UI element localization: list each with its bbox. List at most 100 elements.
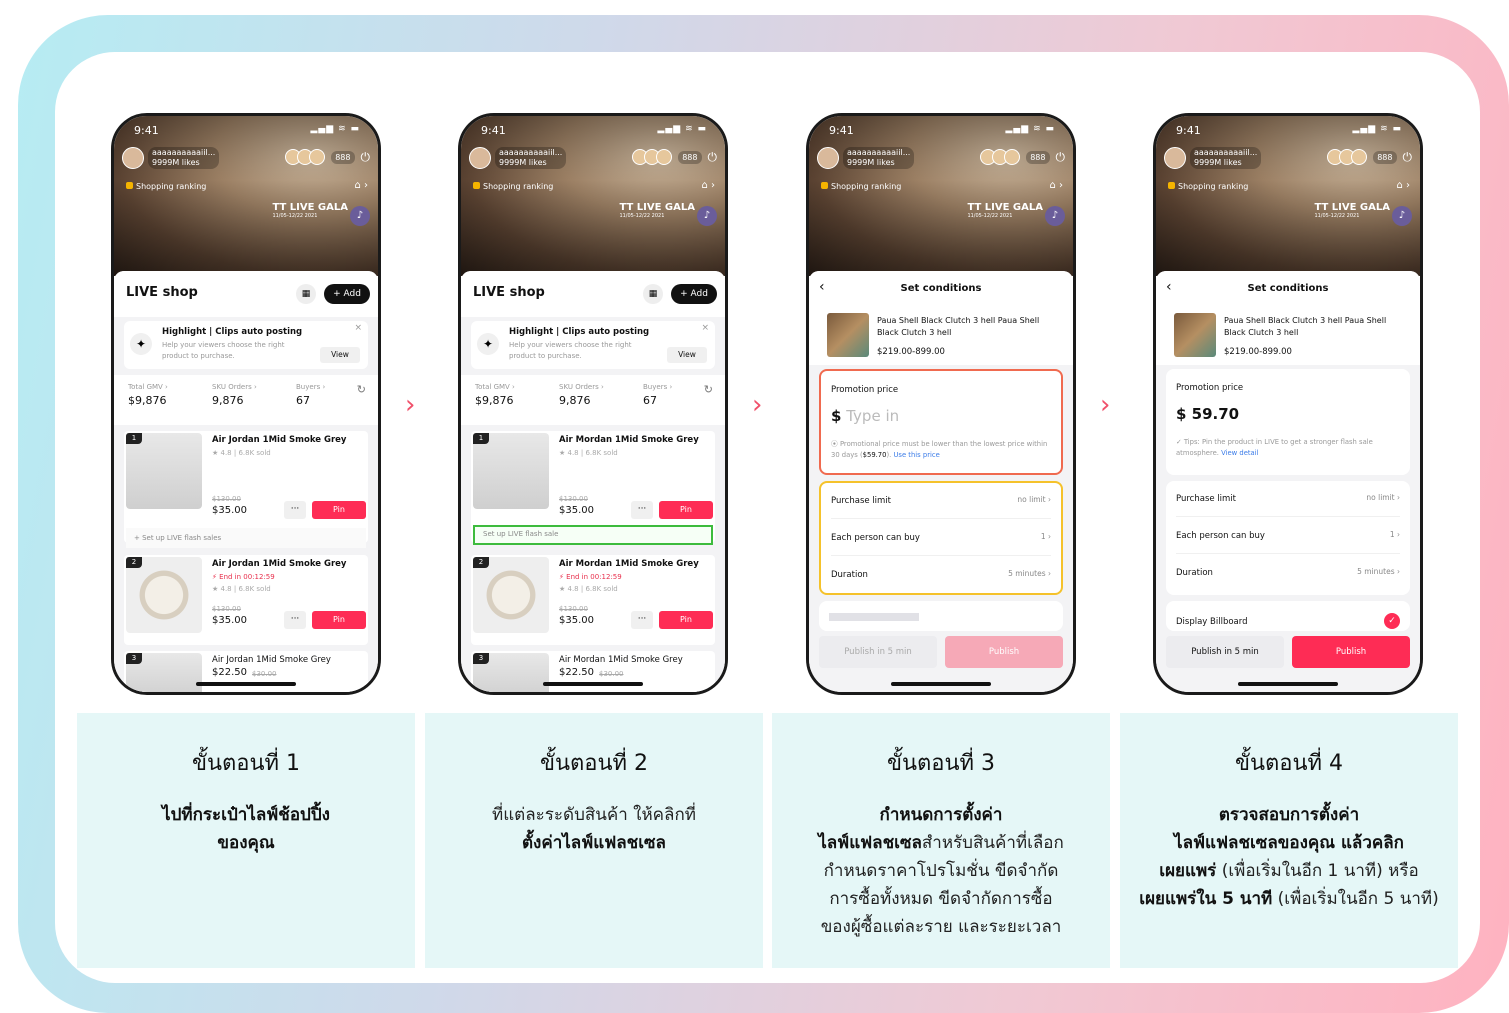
- power-icon[interactable]: ⏻: [1403, 150, 1413, 165]
- viewer-count: 888: [678, 150, 702, 164]
- shopping-ranking[interactable]: Shopping ranking: [126, 182, 206, 191]
- viewers[interactable]: 888 ⏻: [285, 149, 371, 165]
- duration-row[interactable]: Duration 5 minutes ›: [831, 557, 1051, 593]
- each-person-row[interactable]: Each person can buy 1 ›: [831, 520, 1051, 556]
- checkmark-icon[interactable]: ✓: [1384, 613, 1400, 629]
- home-icon[interactable]: ⌂ ›: [354, 180, 368, 191]
- power-icon[interactable]: ⏻: [361, 150, 371, 165]
- product-image: [473, 557, 549, 633]
- publish-button[interactable]: Publish: [1292, 636, 1410, 668]
- product-rating: ★ 4.8 | 6.8K sold: [212, 585, 271, 593]
- set-conditions-sheet: ‹ Set conditions Paua Shell Black Clutch…: [1156, 271, 1420, 692]
- promotion-price-label: Promotion price: [831, 385, 899, 395]
- stat-gmv[interactable]: Total GMV › $9,876: [475, 383, 515, 407]
- view-button[interactable]: View: [320, 347, 360, 363]
- gala-banner[interactable]: TT LIVE GALA 11/05-12/22 2021: [272, 202, 348, 219]
- close-icon[interactable]: ×: [701, 323, 709, 333]
- viewers[interactable]: 888 ⏻: [980, 149, 1066, 165]
- viewer-count: 888: [1373, 150, 1397, 164]
- grid-icon[interactable]: ▦: [296, 284, 316, 304]
- step-title: ขั้นตอนที่ 3: [886, 751, 996, 776]
- gala-banner[interactable]: TT LIVE GALA 11/05-12/22 2021: [1314, 202, 1390, 219]
- close-icon[interactable]: ×: [354, 323, 362, 333]
- live-video: [1156, 116, 1420, 276]
- phone-step-4: 9:41 ▂▄▆ ≋ ▬ aaaaaaaaaaiil... 9999M likes …: [1153, 113, 1423, 695]
- more-button[interactable]: ···: [284, 611, 306, 629]
- gala-banner[interactable]: TT LIVE GALA 11/05-12/22 2021: [967, 202, 1043, 219]
- host-info[interactable]: aaaaaaaaaaiil... 9999M likes: [1164, 147, 1262, 169]
- each-person-row[interactable]: Each person can buy 1 ›: [1176, 518, 1400, 554]
- more-button[interactable]: ···: [631, 611, 653, 629]
- live-video: [461, 116, 725, 276]
- setup-flash-sale[interactable]: + Set up LIVE flash sales: [126, 528, 366, 548]
- product-name: Paua Shell Black Clutch 3 hell Paua Shel…: [1224, 316, 1387, 337]
- stat-buyers[interactable]: Buyers › 67: [643, 383, 672, 407]
- home-icon[interactable]: ⌂ ›: [1049, 180, 1063, 191]
- grid-icon[interactable]: ▦: [643, 284, 663, 304]
- stat-orders[interactable]: SKU Orders › 9,876: [212, 383, 257, 407]
- status-time: 9:41: [1176, 124, 1201, 137]
- price-range: $219.00-899.00: [1224, 347, 1292, 357]
- add-button[interactable]: + Add: [324, 284, 370, 304]
- status-time: 9:41: [134, 124, 159, 137]
- host-info[interactable]: aaaaaaaaaaiil... 9999M likes: [817, 147, 915, 169]
- shopping-ranking[interactable]: Shopping ranking: [473, 182, 553, 191]
- home-icon[interactable]: ⌂ ›: [701, 180, 715, 191]
- view-detail-link[interactable]: View detail: [1221, 449, 1258, 457]
- refresh-icon[interactable]: ↻: [704, 383, 713, 396]
- promotion-price-input[interactable]: $ Type in: [831, 407, 899, 425]
- billboard-label: Display Billboard: [1176, 617, 1248, 627]
- publish-5-min-button[interactable]: Publish in 5 min: [1166, 636, 1284, 668]
- avatar: [1004, 149, 1021, 165]
- viewers[interactable]: 888 ⏻: [632, 149, 718, 165]
- bag-icon: [126, 182, 133, 189]
- power-icon[interactable]: ⏻: [708, 150, 718, 165]
- old-price: $130.00: [212, 605, 241, 613]
- shopping-ranking[interactable]: Shopping ranking: [1168, 182, 1248, 191]
- use-this-price-link[interactable]: Use this price: [893, 451, 939, 459]
- publish-button[interactable]: Publish: [945, 636, 1063, 668]
- refresh-icon[interactable]: ↻: [357, 383, 366, 396]
- host-name: aaaaaaaaaaiil...: [152, 148, 216, 157]
- live-video: [114, 116, 378, 276]
- step-description: ที่แต่ละระดับสินค้า ให้คลิกที่ ตั้งค่าไลฟ…: [492, 805, 696, 853]
- purchase-limit-row[interactable]: Purchase limit no limit ›: [831, 483, 1051, 519]
- product-image: [126, 433, 202, 509]
- add-button[interactable]: + Add: [671, 284, 717, 304]
- viewers[interactable]: 888 ⏻: [1327, 149, 1413, 165]
- pin-button[interactable]: Pin: [659, 501, 713, 519]
- rank-badge: 1: [126, 433, 142, 444]
- shopping-ranking[interactable]: Shopping ranking: [821, 182, 901, 191]
- view-button[interactable]: View: [667, 347, 707, 363]
- publish-5-min-button[interactable]: Publish in 5 min: [819, 636, 937, 668]
- avatar: [656, 149, 673, 165]
- more-button[interactable]: ···: [631, 501, 653, 519]
- pin-button[interactable]: Pin: [312, 611, 366, 629]
- old-price: $30.00: [252, 670, 277, 678]
- host-info[interactable]: aaaaaaaaaaiil... 9999M likes: [122, 147, 220, 169]
- product-image: [473, 433, 549, 509]
- purchase-limit-row[interactable]: Purchase limit no limit ›: [1176, 481, 1400, 517]
- setup-flash-sale-highlighted[interactable]: Set up LIVE flash sale: [473, 525, 713, 545]
- duration-row[interactable]: Duration 5 minutes ›: [1176, 555, 1400, 591]
- stat-buyers[interactable]: Buyers › 67: [296, 383, 325, 407]
- pin-button[interactable]: Pin: [659, 611, 713, 629]
- billboard-row-blurred: [819, 601, 1063, 631]
- billboard-row[interactable]: Display Billboard ✓: [1166, 601, 1410, 631]
- set-conditions-sheet: ‹ Set conditions Paua Shell Black Clutch…: [809, 271, 1073, 692]
- promotion-price-card: Promotion price $ Type in ⦿ Promotional …: [819, 369, 1063, 475]
- phone-step-3: 9:41 ▂▄▆ ≋ ▬ aaaaaaaaaaiil... 9999M likes …: [806, 113, 1076, 695]
- gala-banner[interactable]: TT LIVE GALA 11/05-12/22 2021: [619, 202, 695, 219]
- stat-gmv[interactable]: Total GMV › $9,876: [128, 383, 168, 407]
- home-icon[interactable]: ⌂ ›: [1396, 180, 1410, 191]
- more-button[interactable]: ···: [284, 501, 306, 519]
- promotion-price-input[interactable]: $ 59.70: [1176, 405, 1239, 423]
- stat-orders[interactable]: SKU Orders › 9,876: [559, 383, 604, 407]
- host-info[interactable]: aaaaaaaaaaiil... 9999M likes: [469, 147, 567, 169]
- power-icon[interactable]: ⏻: [1056, 150, 1066, 165]
- status-icons: ▂▄▆ ≋ ▬: [310, 124, 360, 134]
- price-note: ⦿ Promotional price must be lower than t…: [831, 440, 1048, 459]
- step-description: ไปที่กระเป๋าไลฟ์ช้อปปิ้ง ของคุณ: [162, 805, 330, 853]
- bag-icon: [1168, 182, 1175, 189]
- pin-button[interactable]: Pin: [312, 501, 366, 519]
